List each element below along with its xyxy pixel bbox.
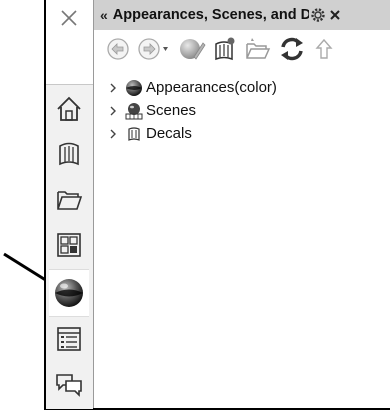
decal-icon xyxy=(125,125,143,143)
chevron-right-icon[interactable] xyxy=(108,127,122,141)
add-appearance-icon[interactable] xyxy=(178,35,206,63)
chevron-right-icon[interactable] xyxy=(108,81,122,95)
custom-properties-icon[interactable] xyxy=(49,319,89,359)
appearance-sphere-icon xyxy=(125,79,143,97)
up-arrow-icon[interactable] xyxy=(310,35,338,63)
tree-item-label: Scenes xyxy=(146,102,197,119)
refresh-icon[interactable] xyxy=(278,35,306,63)
collapse-button[interactable]: « xyxy=(100,7,108,23)
home-icon[interactable] xyxy=(49,89,89,129)
scene-icon xyxy=(125,102,143,120)
forum-icon[interactable] xyxy=(49,365,89,405)
appearances-tree: Appearances(color) Scenes Decals xyxy=(108,76,277,145)
appearances-panel: « Appearances, Scenes, and Decals xyxy=(94,0,390,408)
close-panel-icon[interactable] xyxy=(329,9,341,21)
file-explorer-icon[interactable] xyxy=(49,179,89,219)
panel-title: Appearances, Scenes, and Decals xyxy=(112,7,309,23)
tree-item-label: Appearances(color) xyxy=(146,79,277,96)
add-library-icon[interactable] xyxy=(210,35,238,63)
task-pane-tab-strip xyxy=(46,0,94,409)
panel-titlebar: « Appearances, Scenes, and Decals xyxy=(94,0,390,30)
tree-item-scenes[interactable]: Scenes xyxy=(108,99,277,122)
tree-item-decals[interactable]: Decals xyxy=(108,122,277,145)
chevron-right-icon[interactable] xyxy=(108,104,122,118)
back-icon[interactable] xyxy=(104,35,132,63)
task-pane-tabs xyxy=(46,84,93,409)
design-library-icon[interactable] xyxy=(49,133,89,173)
add-folder-icon[interactable] xyxy=(244,35,272,63)
task-pane-frame: « Appearances, Scenes, and Decals xyxy=(44,0,390,410)
appearances-icon[interactable] xyxy=(49,269,89,317)
tree-item-appearances[interactable]: Appearances(color) xyxy=(108,76,277,99)
forward-icon[interactable] xyxy=(136,35,172,63)
close-icon[interactable] xyxy=(57,6,81,30)
view-palette-icon[interactable] xyxy=(49,225,89,265)
tree-item-label: Decals xyxy=(146,125,192,142)
panel-toolbar xyxy=(94,32,390,66)
options-gear-icon[interactable] xyxy=(309,6,327,24)
